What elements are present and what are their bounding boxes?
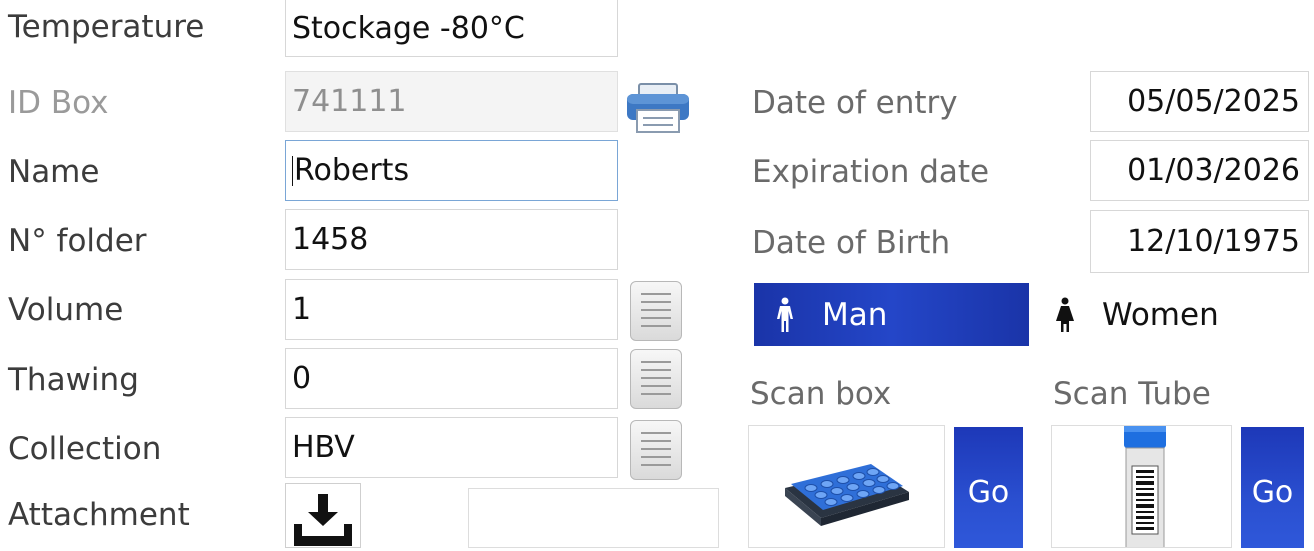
scan-tube-image	[1051, 425, 1232, 548]
text-caret	[292, 155, 293, 186]
download-icon	[294, 494, 352, 546]
id-box-label: ID Box	[8, 85, 109, 121]
attachment-label: Attachment	[8, 497, 190, 533]
man-label: Man	[822, 296, 888, 333]
scan-box-image	[748, 425, 945, 548]
thawing-field[interactable]: 0	[285, 348, 618, 409]
scan-box-label: Scan box	[750, 376, 892, 412]
notes-icon	[641, 361, 671, 401]
man-button[interactable]: Man	[754, 283, 1029, 346]
collection-notes-button[interactable]	[630, 420, 682, 480]
tube-rack-image	[785, 464, 909, 526]
woman-icon	[1056, 297, 1074, 332]
notes-icon	[641, 293, 671, 333]
volume-label: Volume	[8, 292, 124, 328]
date-of-entry-label: Date of entry	[752, 85, 958, 121]
women-label: Women	[1102, 296, 1219, 333]
scan-box-go-button[interactable]: Go	[954, 427, 1023, 548]
attachment-name-field[interactable]	[468, 488, 719, 548]
expiration-date-field[interactable]: 01/03/2026	[1090, 140, 1309, 201]
thawing-label: Thawing	[8, 362, 139, 398]
date-of-birth-label: Date of Birth	[752, 225, 951, 261]
expiration-date-label: Expiration date	[752, 154, 990, 190]
name-field[interactable]: Roberts	[285, 140, 618, 201]
scan-tube-label: Scan Tube	[1053, 376, 1211, 412]
date-of-entry-field[interactable]: 05/05/2025	[1090, 71, 1309, 132]
volume-field[interactable]: 1	[285, 279, 618, 340]
collection-field[interactable]: HBV	[285, 417, 618, 478]
folder-field[interactable]: 1458	[285, 209, 618, 270]
collection-label: Collection	[8, 431, 162, 467]
id-box-field: 741111	[285, 71, 618, 132]
volume-notes-button[interactable]	[630, 281, 682, 341]
printer-icon[interactable]	[625, 82, 691, 134]
temperature-label: Temperature	[8, 9, 205, 45]
name-value: Roberts	[294, 153, 410, 188]
women-button[interactable]: Women	[1048, 283, 1288, 346]
notes-icon	[641, 432, 671, 472]
name-label: Name	[8, 154, 100, 190]
thawing-notes-button[interactable]	[630, 349, 682, 409]
date-of-birth-field[interactable]: 12/10/1975	[1090, 210, 1309, 273]
folder-label: N° folder	[8, 223, 147, 259]
tube-image	[1124, 426, 1166, 547]
temperature-field[interactable]: Stockage -80°C	[285, 0, 618, 57]
attachment-download-button[interactable]	[285, 483, 361, 548]
scan-tube-go-button[interactable]: Go	[1241, 427, 1304, 548]
man-icon	[777, 297, 793, 332]
